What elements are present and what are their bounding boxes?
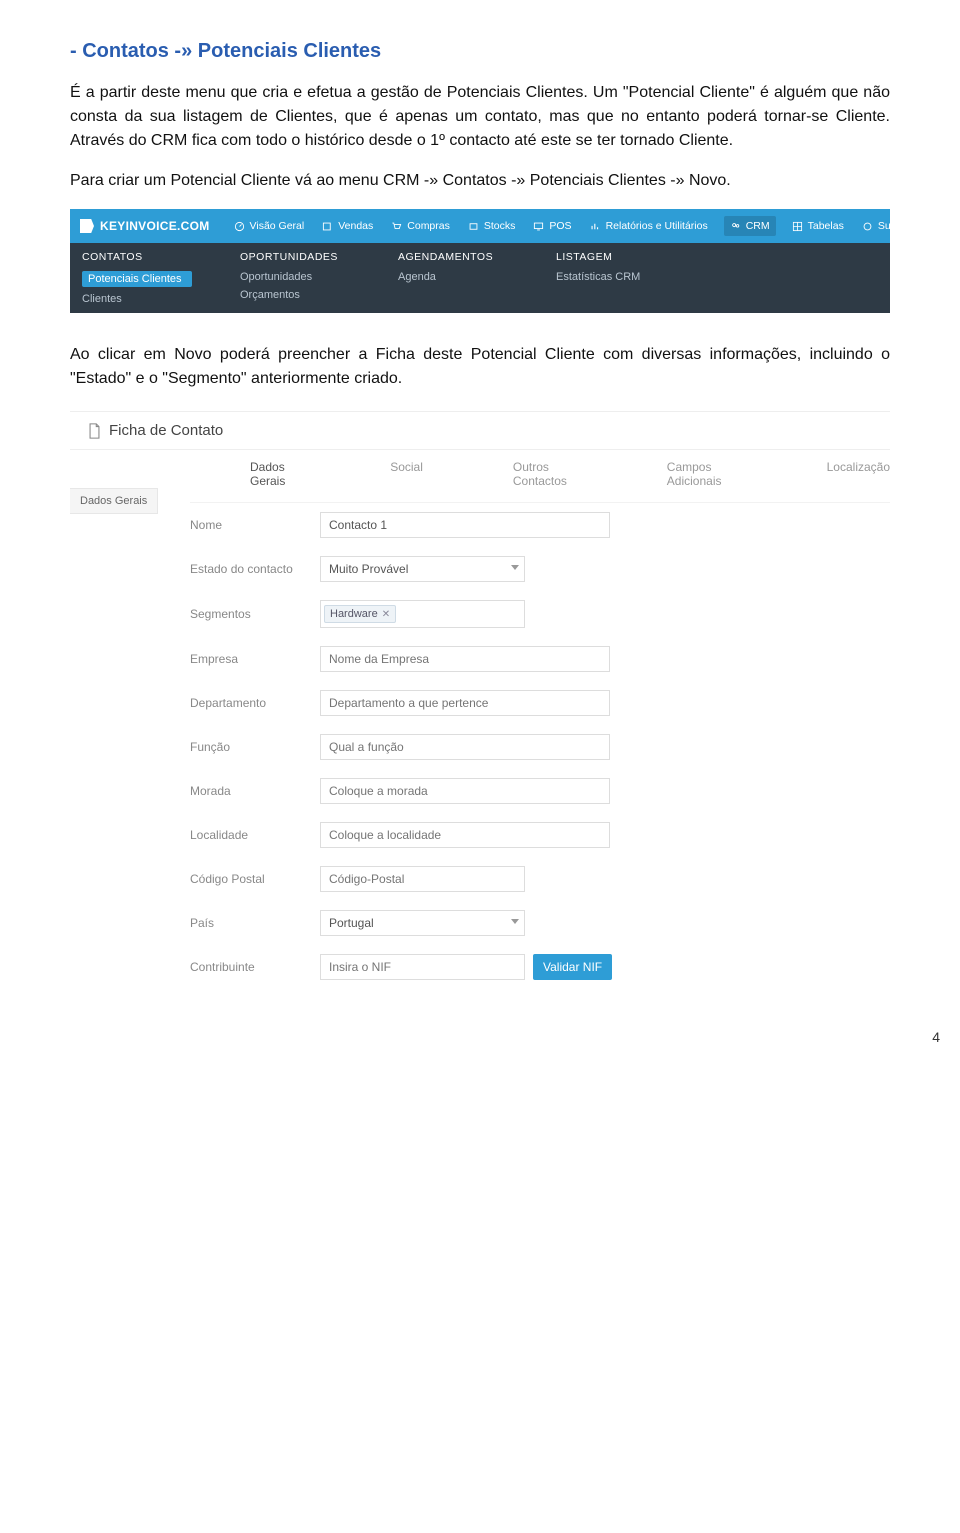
label-segmentos: Segmentos [190,607,320,621]
select-value: Portugal [329,916,374,930]
subnav: CONTATOS Potenciais Clientes Clientes OP… [70,243,890,313]
nav-relatorios[interactable]: Relatórios e Utilitários [588,220,710,232]
subnav-head: CONTATOS [82,251,192,263]
label-empresa: Empresa [190,652,320,666]
nav-vendas[interactable]: Vendas [320,220,375,232]
paragraph-fill-form: Ao clicar em Novo poderá preencher a Fic… [70,343,890,391]
tab-outros-contactos[interactable]: Outros Contactos [513,460,577,488]
nav-label: CRM [746,220,770,232]
label-funcao: Função [190,740,320,754]
form-title: Ficha de Contato [70,412,890,450]
nav-label: Stocks [484,220,516,232]
subnav-link-orcamentos[interactable]: Orçamentos [240,289,350,301]
dashboard-icon [234,221,245,232]
nav-suporte[interactable]: Suporte [860,220,890,232]
cart-icon [391,221,402,232]
input-nome[interactable] [320,512,610,538]
close-icon[interactable]: ✕ [382,609,390,620]
chart-icon [590,221,601,232]
box-icon [468,221,479,232]
form-tabs: Dados Gerais Social Outros Contactos Cam… [190,450,890,503]
tab-dados-gerais[interactable]: Dados Gerais [250,460,300,488]
chevron-down-icon [511,919,519,924]
nav-label: Compras [407,220,450,232]
label-morada: Morada [190,784,320,798]
paragraph-intro: É a partir deste menu que cria e efetua … [70,81,890,153]
contact-form-screenshot: Ficha de Contato Dados Gerais Dados Gera… [70,411,890,989]
app-navbar-screenshot: KEYINVOICE.COM Visão Geral Vendas Compra… [70,209,890,313]
input-departamento[interactable] [320,690,610,716]
nav-pos[interactable]: POS [531,220,573,232]
input-empresa[interactable] [320,646,610,672]
label-contribuinte: Contribuinte [190,960,320,974]
label-codigo-postal: Código Postal [190,872,320,886]
input-contribuinte[interactable] [320,954,525,980]
input-morada[interactable] [320,778,610,804]
nav-visao-geral[interactable]: Visão Geral [232,220,307,232]
nav-label: Visão Geral [250,220,305,232]
label-pais: País [190,916,320,930]
nav-tabelas[interactable]: Tabelas [790,220,846,232]
subnav-col-agendamentos: AGENDAMENTOS Agenda [398,251,508,313]
subnav-head: OPORTUNIDADES [240,251,350,263]
subnav-link-agenda[interactable]: Agenda [398,271,508,283]
input-codigo-postal[interactable] [320,866,525,892]
subnav-head: AGENDAMENTOS [398,251,508,263]
top-navbar: KEYINVOICE.COM Visão Geral Vendas Compra… [70,209,890,243]
nav-compras[interactable]: Compras [389,220,452,232]
tag-segmento[interactable]: Hardware ✕ [324,605,396,623]
file-icon [88,423,101,439]
subnav-head: LISTAGEM [556,251,666,263]
label-estado: Estado do contacto [190,562,320,576]
validar-nif-button[interactable]: Validar NIF [533,954,612,980]
subnav-link-potenciais-clientes[interactable]: Potenciais Clientes [82,271,192,287]
page-number: 4 [0,1019,960,1045]
subnav-link-estatisticas[interactable]: Estatísticas CRM [556,271,666,283]
select-estado[interactable]: Muito Provável [320,556,525,582]
support-icon [862,221,873,232]
nav-label: Tabelas [808,220,844,232]
chevron-down-icon [511,565,519,570]
nav-label: POS [549,220,571,232]
label-nome: Nome [190,518,320,532]
select-value: Muito Provável [329,562,408,576]
tab-social[interactable]: Social [390,460,423,488]
subnav-col-listagem: LISTAGEM Estatísticas CRM [556,251,666,313]
people-icon [730,221,741,232]
tab-campos-adicionais[interactable]: Campos Adicionais [667,460,737,488]
input-funcao[interactable] [320,734,610,760]
input-localidade[interactable] [320,822,610,848]
form-title-text: Ficha de Contato [109,422,223,439]
label-localidade: Localidade [190,828,320,842]
brand-icon [80,219,94,233]
subnav-col-contatos: CONTATOS Potenciais Clientes Clientes [82,251,192,313]
sales-icon [322,221,333,232]
grid-icon [792,221,803,232]
subnav-col-oportunidades: OPORTUNIDADES Oportunidades Orçamentos [240,251,350,313]
tag-text: Hardware [330,608,378,620]
tab-localizacao[interactable]: Localização [827,460,890,488]
side-tab-dados-gerais[interactable]: Dados Gerais [70,488,158,514]
brand-logo[interactable]: KEYINVOICE.COM [80,219,218,233]
subnav-link-oportunidades[interactable]: Oportunidades [240,271,350,283]
section-heading: - Contatos -» Potenciais Clientes [70,40,890,63]
tagbox-segmentos[interactable]: Hardware ✕ [320,600,525,628]
subnav-link-clientes[interactable]: Clientes [82,293,192,305]
nav-label: Vendas [338,220,373,232]
label-departamento: Departamento [190,696,320,710]
brand-text: KEYINVOICE.COM [100,219,210,233]
select-pais[interactable]: Portugal [320,910,525,936]
nav-label: Relatórios e Utilitários [606,220,708,232]
nav-crm[interactable]: CRM [724,216,776,236]
paragraph-instruction: Para criar um Potencial Cliente vá ao me… [70,169,890,193]
monitor-icon [533,221,544,232]
nav-label: Suporte [878,220,890,232]
nav-stocks[interactable]: Stocks [466,220,518,232]
